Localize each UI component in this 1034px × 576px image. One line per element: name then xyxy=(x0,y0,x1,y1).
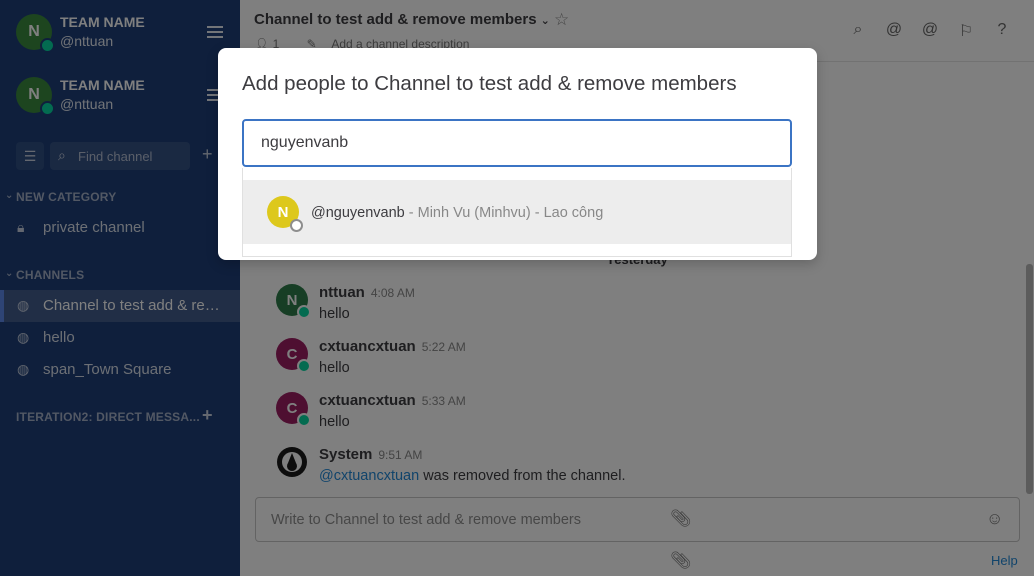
add-people-search-input[interactable]: nguyenvanb xyxy=(242,119,792,167)
offline-status-icon xyxy=(290,219,303,232)
modal-title: Add people to Channel to test add & remo… xyxy=(242,72,737,95)
search-input-value: nguyenvanb xyxy=(261,134,349,151)
suggestion-details: - Minh Vu (Minhvu) - Lao công xyxy=(404,205,604,221)
suggestion-item[interactable]: N @nguyenvanb - Minh Vu (Minhvu) - Lao c… xyxy=(243,180,791,244)
avatar: N xyxy=(267,196,303,232)
suggestion-list: N @nguyenvanb - Minh Vu (Minhvu) - Lao c… xyxy=(242,168,792,257)
add-people-modal: Add people to Channel to test add & remo… xyxy=(218,48,817,260)
suggestion-username: @nguyenvanb xyxy=(311,205,405,221)
suggestion-text: @nguyenvanb - Minh Vu (Minhvu) - Lao côn… xyxy=(311,205,603,221)
avatar-initial: N xyxy=(277,203,289,221)
